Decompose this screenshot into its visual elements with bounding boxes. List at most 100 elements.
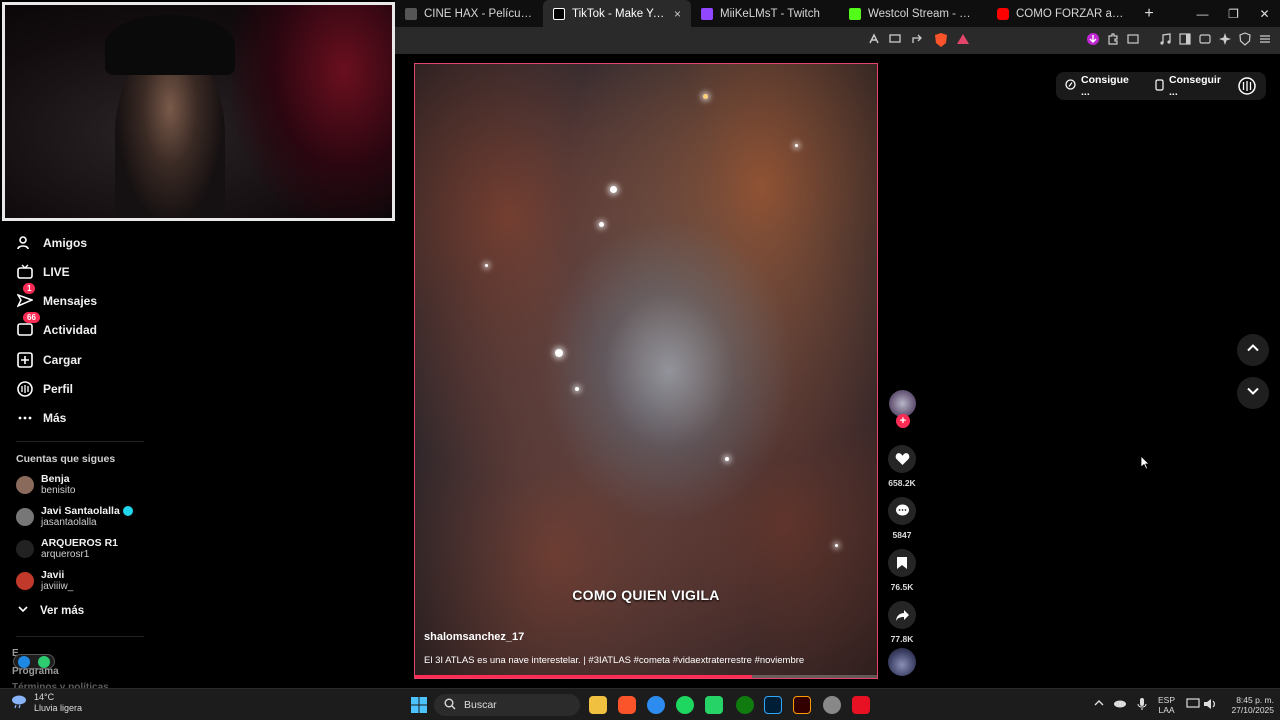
clock-time: 8:45 p. m. [1236,695,1274,705]
upload-icon [16,351,33,368]
messages-badge: 1 [23,283,36,294]
following-account[interactable]: Javii javiiiw_ [16,569,73,592]
brave-rewards-icon[interactable] [955,32,971,48]
comment-action[interactable]: 5847 [884,497,920,540]
screenshot-icon[interactable] [1125,32,1141,48]
footer-link[interactable]: Programa [12,666,59,677]
volume-icon[interactable] [1203,698,1217,712]
see-more-button[interactable]: Ver más [18,604,84,617]
steam-icon[interactable] [647,696,665,714]
share-action[interactable]: 77.8K [884,601,920,644]
see-more-label: Ver más [40,604,85,617]
share-icon[interactable] [909,32,925,48]
get-app-button[interactable]: Conseguir ... [1146,74,1238,98]
taskbar-search[interactable]: Buscar [434,694,580,716]
following-account[interactable]: Benja benisito [16,473,75,496]
app-close-icon[interactable] [852,696,870,714]
illustrator-icon[interactable] [793,696,811,714]
tab-tiktok[interactable]: TikTok - Make Your Day × [543,0,691,27]
star [599,222,604,227]
language-indicator[interactable]: ESP LAA [1158,695,1175,715]
brave-shields-icon[interactable] [933,32,949,48]
avatar [16,571,34,590]
star [725,457,729,461]
twitch-favicon [701,7,713,20]
sidebar-item-label: Actividad [43,322,98,337]
vpn-icon[interactable] [1237,32,1253,48]
like-count: 658.2K [888,478,916,488]
follow-button[interactable]: + [896,414,910,428]
translate-icon[interactable] [867,32,883,48]
bookmark-icon[interactable] [888,549,916,577]
sidebar-item-label: LIVE [43,264,70,279]
video-caption-overlay: COMO QUIEN VIGILA [572,587,720,603]
share-arrow-icon[interactable] [888,601,916,629]
sidebar-item-profile[interactable]: Perfil [16,380,73,397]
microphone-icon[interactable] [1137,697,1147,713]
sidebar-item-label: Más [43,410,67,425]
onedrive-cloud-icon[interactable] [1113,698,1127,710]
sidebar-item-label: Cargar [43,352,82,367]
account-name: Javi Santaolalla [41,505,120,517]
video-progress-bar[interactable] [415,675,877,678]
tab-twitch[interactable]: MiiKeLMsT - Twitch [691,0,839,27]
spotify-icon[interactable] [676,696,694,714]
get-coins-button[interactable]: Consigue ... [1056,74,1146,98]
cast-icon[interactable] [887,32,903,48]
close-tab-icon[interactable]: × [674,7,681,21]
tab-kick[interactable]: Westcol Stream - Watch Live on Kick [839,0,987,27]
save-action[interactable]: 76.5K [884,549,920,592]
system-clock[interactable]: 8:45 p. m. 27/10/2025 [1224,695,1274,715]
creator-avatar[interactable] [889,390,916,417]
wallet-icon[interactable] [1197,32,1213,48]
new-tab-button[interactable]: + [1135,5,1163,23]
next-video-button[interactable] [1237,377,1269,409]
comment-count: 5847 [892,530,912,540]
sidebar-item-live[interactable]: LIVE [16,263,70,280]
video-author[interactable]: shalomsanchez_17 [424,631,524,643]
mouse-cursor-icon [1140,455,1150,475]
maximize-button[interactable]: ❐ [1218,7,1249,21]
account-name: Javii [41,569,65,581]
file-explorer-icon[interactable] [589,696,607,714]
sidebar-item-messages[interactable]: 1 Mensajes [16,283,97,309]
sidebar-item-friends[interactable]: Amigos [16,234,87,251]
extensions-icon[interactable] [1105,32,1121,48]
account-name-row: Javi Santaolalla [41,505,133,517]
video-player[interactable]: COMO QUIEN VIGILA shalomsanchez_17 El 3I… [414,63,878,679]
like-action[interactable]: 658.2K [884,445,920,488]
brave-browser-icon[interactable] [618,696,636,714]
music-disc-icon[interactable] [888,648,916,676]
sidebar-item-more[interactable]: Más [16,409,66,426]
weather-widget[interactable]: 14°C Lluvia ligera [10,692,82,714]
tray-overflow-icon[interactable] [1094,699,1104,709]
sidebar-item-upload[interactable]: Cargar [16,351,82,368]
sidebar-item-activity[interactable]: 66 Actividad [16,312,98,338]
tab-youtube[interactable]: CÓMO FORZAR a tu CEREBRO a... [987,0,1135,27]
windows-start-icon[interactable] [410,696,428,714]
chevron-up-icon [1246,341,1260,360]
account-username: benisito [41,485,76,496]
leo-ai-icon[interactable] [1217,32,1233,48]
star [555,349,563,357]
download-icon[interactable] [1085,32,1101,48]
minimize-button[interactable]: — [1187,7,1218,21]
whatsapp-icon[interactable] [705,696,723,714]
following-account[interactable]: Javi Santaolalla jasantaolalla [16,505,133,528]
xbox-icon[interactable] [736,696,754,714]
clock-date: 27/10/2025 [1231,705,1274,715]
menu-icon[interactable] [1257,32,1273,48]
avatar [16,507,34,526]
settings-gear-icon[interactable] [823,696,841,714]
following-account[interactable]: ARQUEROS R1 arquerosr1 [16,537,118,560]
network-icon[interactable] [1186,698,1200,712]
user-avatar-icon[interactable] [1238,77,1256,95]
photoshop-icon[interactable] [764,696,782,714]
previous-video-button[interactable] [1237,334,1269,366]
sidebar-toggle-icon[interactable] [1177,32,1193,48]
close-window-button[interactable]: ✕ [1249,7,1280,21]
media-icon[interactable] [1157,32,1173,48]
comment-icon[interactable] [888,497,916,525]
tab-cinehax[interactable]: CINE HAX - Películas y Series GRATIS [395,0,543,27]
heart-icon[interactable] [888,445,916,473]
